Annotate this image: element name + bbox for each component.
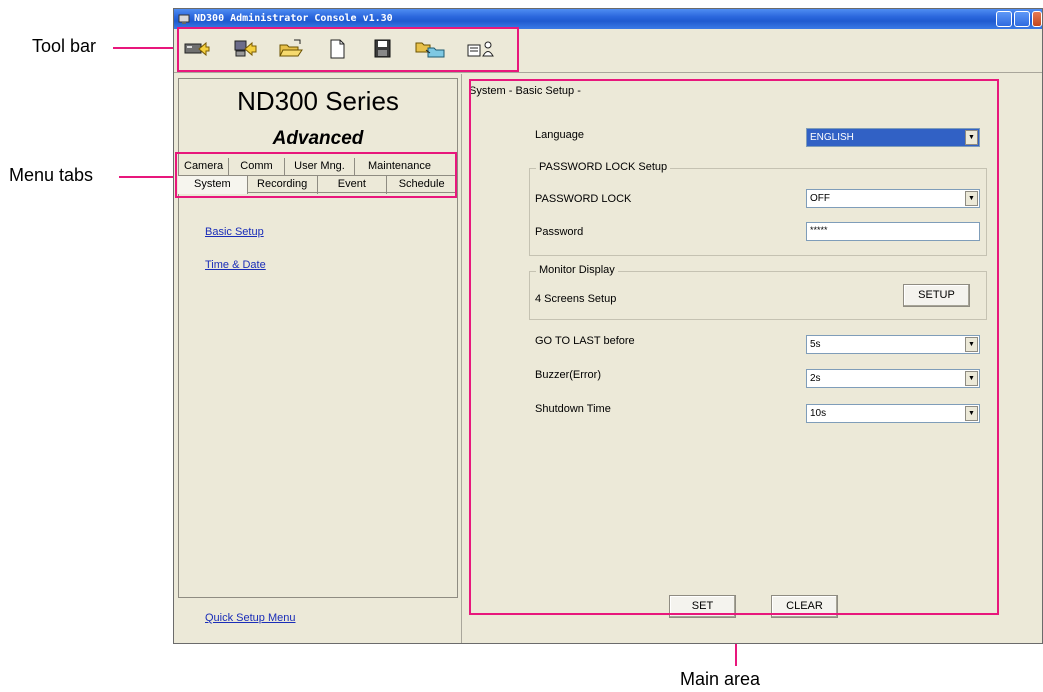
toolbar-callout-label: Tool bar (32, 36, 97, 56)
password-lock-label: PASSWORD LOCK (535, 193, 632, 205)
tab-recording[interactable]: Recording (246, 176, 317, 194)
left-nav-panel (178, 78, 458, 598)
password-lock-group: PASSWORD LOCK Setup (529, 161, 987, 256)
menu-tabs-callout-label: Menu tabs (9, 165, 94, 185)
goto-last-select-value: 5s (810, 339, 821, 350)
minimize-button[interactable] (996, 11, 1012, 27)
set-button[interactable]: SET (669, 595, 736, 618)
nav-link-basic-setup[interactable]: Basic Setup (205, 226, 264, 238)
page-title: System - Basic Setup - (469, 85, 581, 97)
tab-maintenance[interactable]: Maintenance (354, 158, 444, 176)
shutdown-time-select[interactable]: 10s ▼ (806, 404, 980, 423)
goto-last-label: GO TO LAST before (535, 335, 635, 347)
tab-event[interactable]: Event (316, 176, 387, 194)
tv-connect-icon[interactable] (184, 38, 210, 60)
series-title: ND300 Series (237, 86, 399, 116)
buzzer-select[interactable]: 2s ▼ (806, 369, 980, 388)
close-button[interactable] (1032, 11, 1042, 27)
menu-tabs-top-row: Camera Comm User Mng. Maintenance (178, 158, 444, 176)
maximize-button[interactable] (1014, 11, 1030, 27)
buzzer-select-value: 2s (810, 373, 821, 384)
shutdown-time-label: Shutdown Time (535, 403, 611, 415)
toolbar-callout-line (113, 47, 177, 49)
chevron-down-icon: ▼ (965, 130, 978, 145)
open-folder-icon[interactable] (278, 38, 304, 60)
password-lock-group-title: PASSWORD LOCK Setup (536, 161, 671, 173)
setup-button[interactable]: SETUP (903, 284, 970, 307)
left-nav-pane: ND300 Series Advanced Camera Comm User M… (174, 74, 462, 643)
nav-link-quick-setup-menu[interactable]: Quick Setup Menu (205, 612, 296, 624)
password-label: Password (535, 226, 584, 238)
menu-tabs-callout-line (119, 176, 175, 178)
chevron-down-icon: ▼ (965, 337, 978, 352)
password-field[interactable]: ***** (806, 222, 980, 241)
nav-link-time-date[interactable]: Time & Date (205, 259, 266, 271)
tab-user-mng[interactable]: User Mng. (284, 158, 354, 176)
password-lock-select-value: OFF (810, 193, 830, 204)
main-area: System - Basic Setup - Language ENGLISH … (463, 74, 1042, 643)
chevron-down-icon: ▼ (965, 406, 978, 421)
folder-copy-icon[interactable] (414, 38, 450, 60)
language-label: Language (535, 129, 584, 141)
language-select-value: ENGLISH (810, 132, 854, 143)
main-area-callout-label: Main area (680, 669, 761, 689)
shutdown-time-select-value: 10s (810, 408, 827, 419)
toolbar (174, 29, 1042, 73)
goto-last-select[interactable]: 5s ▼ (806, 335, 980, 354)
chevron-down-icon: ▼ (965, 191, 978, 206)
tab-schedule[interactable]: Schedule (386, 176, 456, 194)
import-icon[interactable] (232, 38, 258, 60)
window-controls (996, 11, 1042, 27)
window-title: ND300 Administrator Console v1.30 (194, 13, 393, 24)
series-subtitle: Advanced (272, 128, 364, 149)
app-icon (178, 14, 190, 24)
language-select[interactable]: ENGLISH ▼ (806, 128, 980, 147)
tab-system[interactable]: System (178, 176, 247, 194)
chevron-down-icon: ▼ (965, 371, 978, 386)
monitor-display-group-title: Monitor Display (536, 264, 618, 276)
buzzer-label: Buzzer(Error) (535, 369, 602, 381)
title-bar: ND300 Administrator Console v1.30 (174, 9, 1042, 29)
tab-comm[interactable]: Comm (228, 158, 284, 176)
tab-camera[interactable]: Camera (178, 158, 228, 176)
new-file-icon[interactable] (324, 38, 350, 60)
password-lock-select[interactable]: OFF ▼ (806, 189, 980, 208)
clear-button[interactable]: CLEAR (771, 595, 838, 618)
save-icon[interactable] (370, 38, 396, 60)
four-screens-setup-label: 4 Screens Setup (535, 293, 617, 305)
app-window: ND300 Administrator Console v1.30 ND300 … (173, 8, 1043, 644)
menu-tabs-bottom-row: System Recording Event Schedule (178, 175, 456, 194)
user-settings-icon[interactable] (466, 38, 498, 60)
